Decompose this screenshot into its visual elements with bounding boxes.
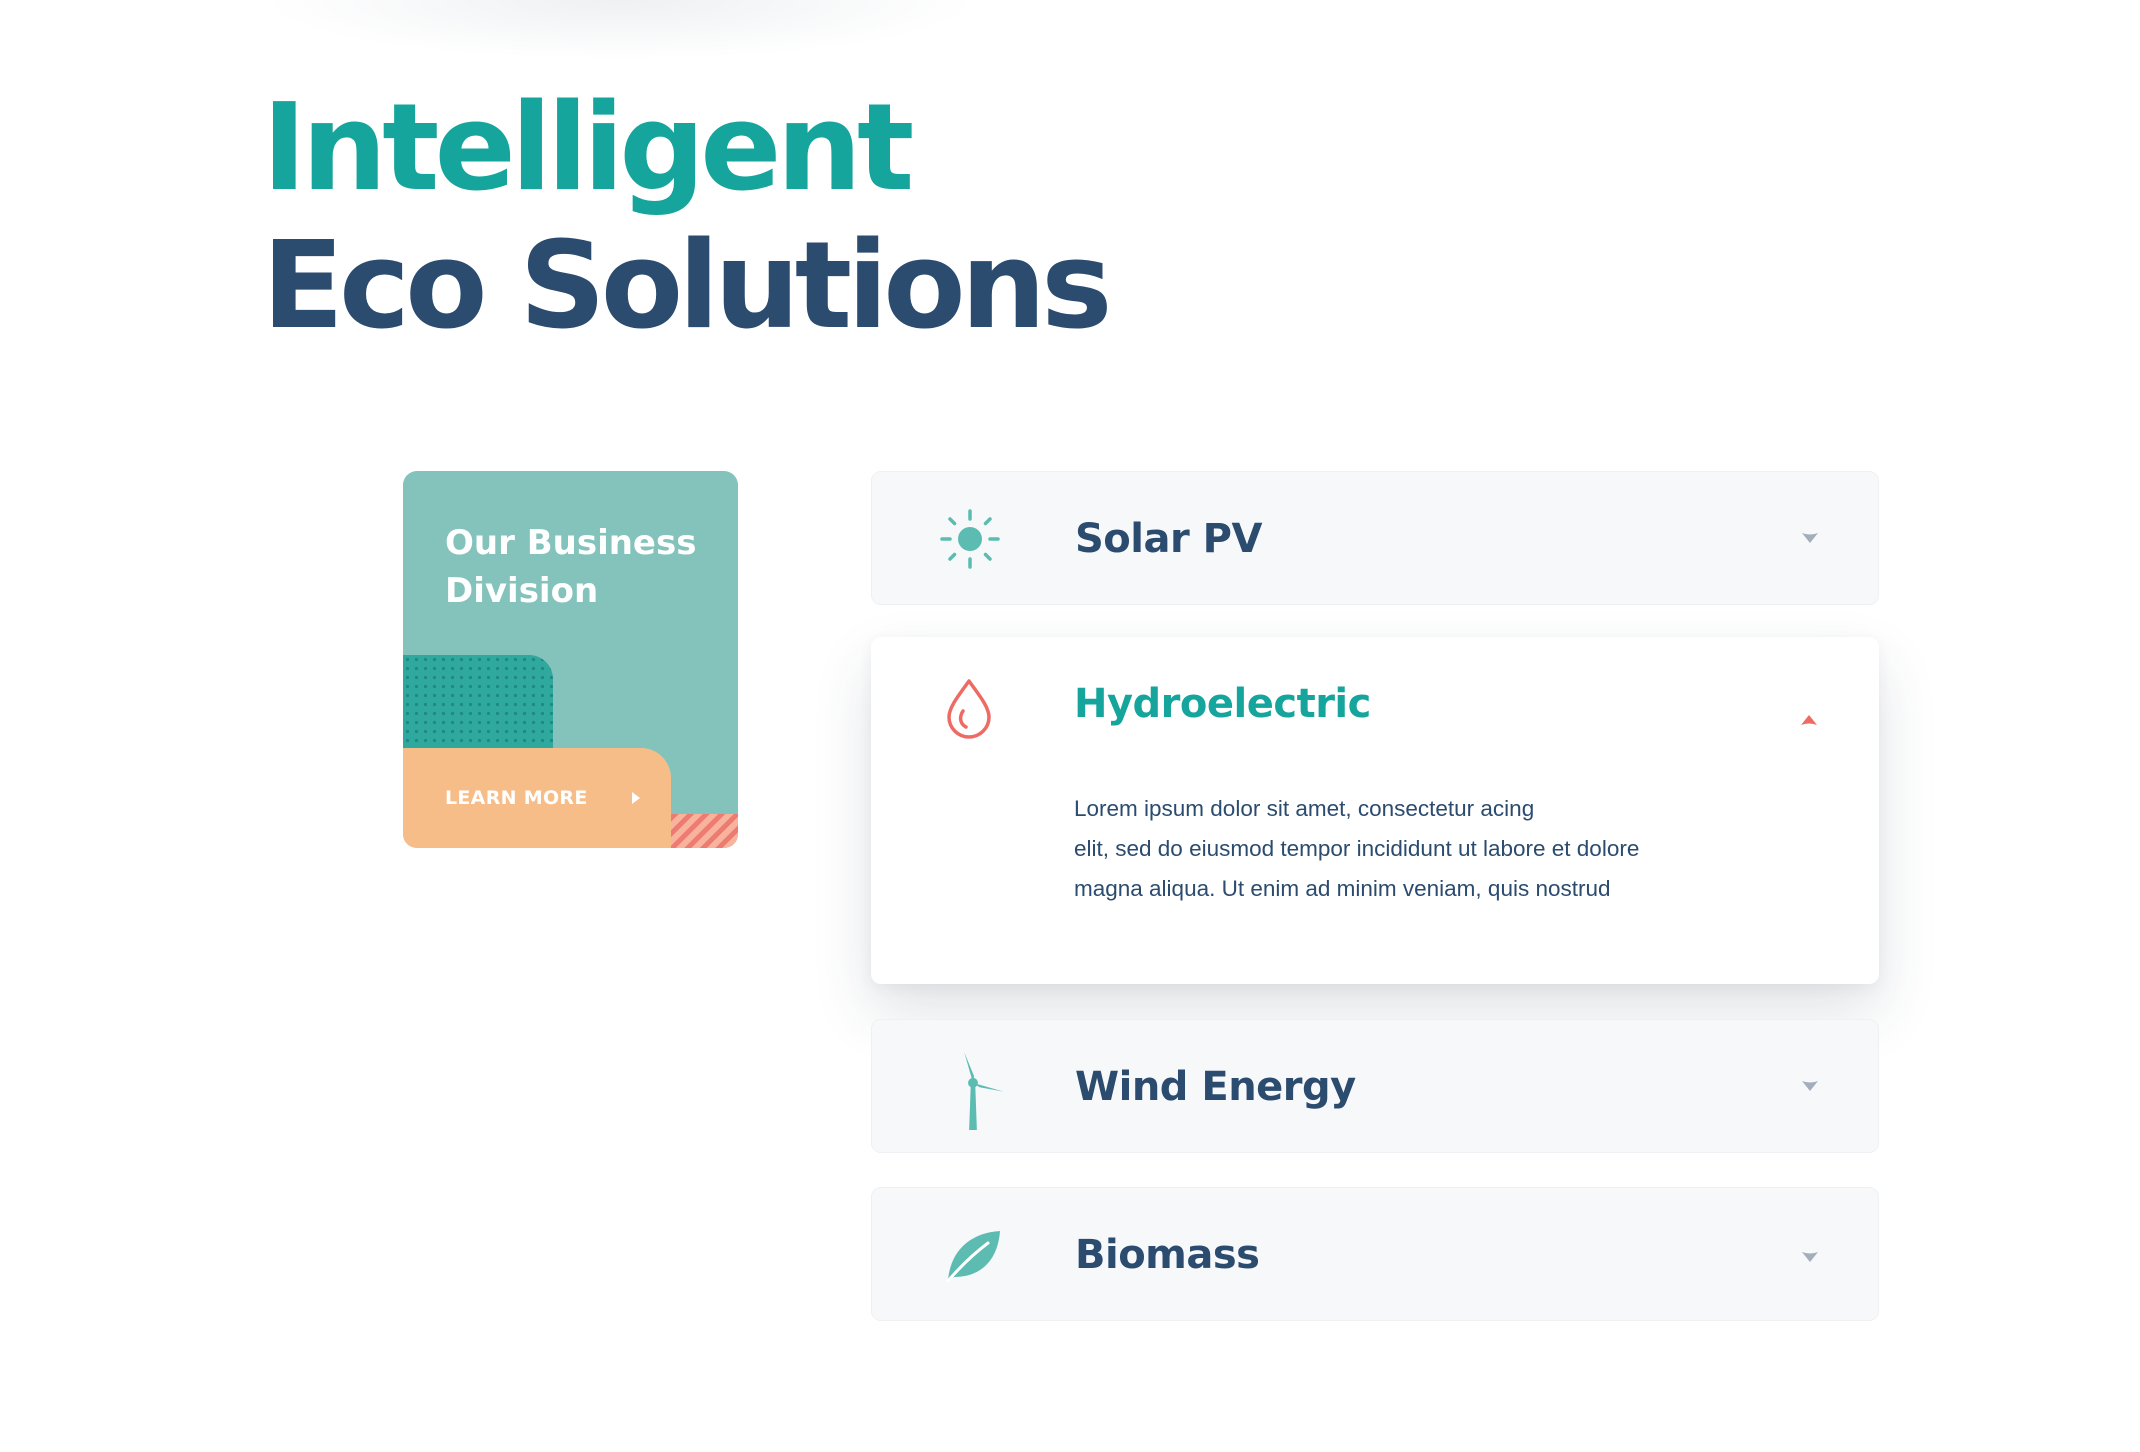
body-line-3: magna aliqua. Ut enim ad minim veniam, q…: [1074, 876, 1611, 901]
body-line-1: Lorem ipsum dolor sit amet, consectetur …: [1074, 796, 1535, 821]
sun-icon: [940, 509, 1000, 569]
wind-turbine-icon: [951, 1052, 1004, 1130]
chevron-down-icon[interactable]: [1799, 1075, 1821, 1097]
accordion-body-hydroelectric: Lorem ipsum dolor sit amet, consectetur …: [1074, 789, 1714, 909]
card-title-line-1: Our Business: [445, 523, 697, 563]
accordion-item-solar-pv: Solar PV: [871, 471, 1879, 605]
heading-line-1: Intelligent: [262, 79, 914, 218]
chevron-down-icon[interactable]: [1799, 527, 1821, 549]
page: Intelligent Eco Solutions Our Business D…: [0, 0, 2140, 1452]
accordion-header-solar-pv[interactable]: Solar PV: [872, 472, 1878, 606]
accordion-header-wind-energy[interactable]: Wind Energy: [872, 1020, 1878, 1154]
water-drop-icon: [947, 679, 991, 739]
learn-more-label: LEARN MORE: [445, 787, 588, 809]
accordion-item-wind-energy: Wind Energy: [871, 1019, 1879, 1153]
card-title-line-2: Division: [445, 571, 599, 611]
accordion-title-wind-energy: Wind Energy: [1075, 1064, 1356, 1110]
heading-line-2: Eco Solutions: [262, 217, 1113, 356]
card-title: Our Business Division: [445, 519, 705, 615]
accordion-item-hydroelectric: Hydroelectric Lorem ipsum dolor sit amet…: [871, 637, 1879, 984]
accordion-title-hydroelectric: Hydroelectric: [1074, 681, 1371, 727]
background-haze: [260, 0, 980, 60]
accordion-item-biomass: Biomass: [871, 1187, 1879, 1321]
body-line-2: elit, sed do eiusmod tempor incididunt u…: [1074, 836, 1640, 861]
chevron-up-icon[interactable]: [1798, 709, 1820, 731]
chevron-down-icon[interactable]: [1799, 1246, 1821, 1268]
learn-more-button[interactable]: LEARN MORE: [403, 748, 671, 848]
business-division-card: Our Business Division LEARN MORE: [403, 471, 738, 848]
accordion-title-solar-pv: Solar PV: [1075, 516, 1262, 562]
accordion-header-biomass[interactable]: Biomass: [872, 1188, 1878, 1322]
arrow-right-icon: [631, 792, 640, 804]
accordion-title-biomass: Biomass: [1075, 1232, 1260, 1278]
leaf-icon: [946, 1231, 1000, 1283]
accordion-header-hydroelectric[interactable]: Hydroelectric: [871, 637, 1879, 771]
page-heading: Intelligent Eco Solutions: [262, 79, 1113, 356]
striped-pattern-block: [668, 814, 738, 848]
